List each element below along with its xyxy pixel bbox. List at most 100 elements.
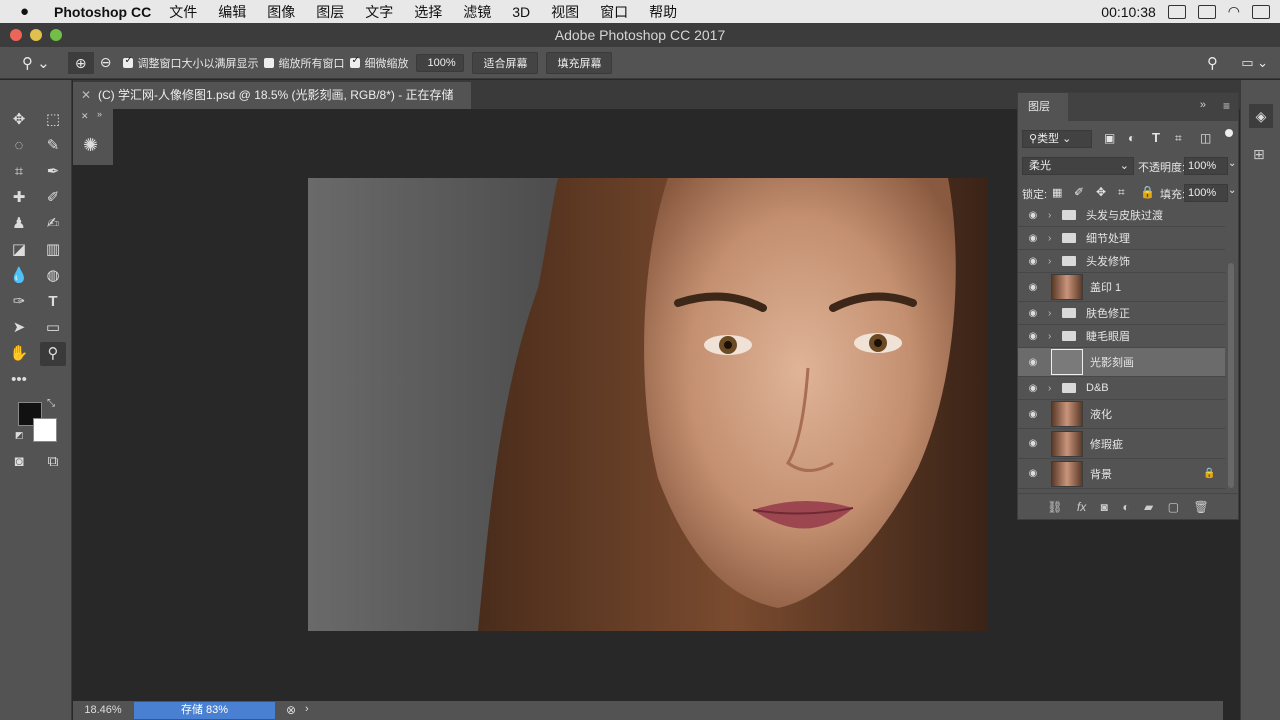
path-selection-tool-icon[interactable]: ➤ — [6, 316, 32, 340]
filter-toggle-icon[interactable] — [1225, 129, 1233, 137]
swap-colors-icon[interactable]: ⤡ — [47, 398, 55, 409]
menu-help[interactable]: 帮助 — [649, 2, 677, 22]
new-layer-icon[interactable]: ▢ — [1168, 500, 1179, 514]
gradient-tool-icon[interactable]: ▥ — [40, 238, 66, 262]
app-menu[interactable]: Photoshop CC — [54, 4, 151, 20]
cancel-save-icon[interactable]: ⊗ — [286, 703, 296, 717]
filter-type-icon[interactable]: T — [1152, 130, 1160, 145]
lock-position-icon[interactable]: ✥ — [1096, 185, 1106, 199]
trash-icon[interactable]: 🗑 — [1194, 500, 1209, 514]
layer-style-fx-icon[interactable]: fx — [1077, 500, 1086, 514]
background-color-swatch[interactable] — [33, 418, 57, 442]
group-expand-icon[interactable]: › — [1048, 233, 1062, 244]
zoom-in-icon[interactable]: ⊕ — [67, 51, 94, 74]
zoom-out-icon[interactable]: ⊖ — [100, 54, 112, 71]
properties-panel-icon[interactable]: ✺ — [83, 135, 98, 156]
menu-image[interactable]: 图像 — [267, 2, 295, 22]
zoom-window-button[interactable] — [50, 29, 62, 41]
layers-scrollbar[interactable] — [1228, 263, 1234, 488]
panel-menu-icon[interactable]: ≡ — [1223, 99, 1230, 113]
menu-filter[interactable]: 滤镜 — [463, 2, 491, 22]
group-expand-icon[interactable]: › — [1048, 308, 1062, 319]
filter-pixel-icon[interactable]: ▣ — [1104, 131, 1115, 145]
lock-transparency-icon[interactable]: ▦ — [1052, 186, 1062, 199]
filter-adjustment-icon[interactable]: ◐ — [1128, 131, 1135, 145]
menu-layer[interactable]: 图层 — [316, 2, 344, 22]
resize-windows-option[interactable]: 调整窗口大小以满屏显示 — [123, 55, 258, 71]
blend-mode-select[interactable]: 柔光 ⌄ — [1022, 157, 1134, 175]
screen-mode-icon[interactable]: ⧉ — [40, 450, 66, 474]
control-center-icon[interactable] — [1252, 4, 1270, 19]
layer-row[interactable]: ◉ › D&B — [1018, 377, 1225, 400]
visibility-eye-icon[interactable]: ◉ — [1018, 438, 1048, 449]
close-icon[interactable]: ✕ — [81, 111, 89, 122]
document-tab[interactable]: ✕ (C) 学汇网-人像修图1.psd @ 18.5% (光影刻画, RGB/8… — [73, 82, 471, 129]
layer-row-selected[interactable]: ◉ 光影刻画 — [1018, 348, 1225, 377]
zoom-all-windows-option[interactable]: 缩放所有窗口 — [264, 55, 344, 71]
visibility-eye-icon[interactable]: ◉ — [1018, 409, 1048, 420]
display-icon[interactable] — [1197, 4, 1216, 19]
layers-tab[interactable]: 图层 — [1018, 93, 1068, 121]
quick-mask-icon[interactable]: ◙ — [6, 450, 32, 474]
menu-type[interactable]: 文字 — [365, 2, 393, 22]
menu-file[interactable]: 文件 — [169, 2, 197, 22]
layer-row[interactable]: ◉ › 睫毛眼眉 — [1018, 325, 1225, 348]
visibility-eye-icon[interactable]: ◉ — [1018, 383, 1048, 394]
visibility-eye-icon[interactable]: ◉ — [1018, 308, 1048, 319]
fit-screen-button[interactable]: 适合屏幕 — [472, 51, 539, 74]
healing-brush-tool-icon[interactable]: ✚ — [6, 186, 32, 210]
group-expand-icon[interactable]: › — [1048, 331, 1062, 342]
layer-row[interactable]: ◉ › 肤色修正 — [1018, 302, 1225, 325]
history-brush-tool-icon[interactable]: ✍ — [40, 212, 66, 236]
dodge-tool-icon[interactable]: ◍ — [40, 264, 66, 288]
close-document-icon[interactable]: ✕ — [81, 82, 91, 109]
workspace-switcher-icon[interactable]: ▭ ⌄ — [1241, 55, 1268, 71]
collapse-panel-icon[interactable]: » — [1200, 99, 1206, 111]
eyedropper-tool-icon[interactable]: ✒ — [40, 160, 66, 184]
hand-tool-icon[interactable]: ✋ — [6, 342, 32, 366]
layer-filter-select[interactable]: ⚲类型 ⌄ — [1022, 130, 1092, 148]
close-window-button[interactable] — [10, 29, 22, 41]
battery-icon[interactable] — [1167, 4, 1186, 19]
layer-row[interactable]: ◉ › 头发与皮肤过渡 — [1018, 204, 1225, 227]
zoom-level-field[interactable]: 18.46% — [73, 701, 133, 720]
brush-tool-icon[interactable]: ✐ — [40, 186, 66, 210]
zoom-tool-preset-icon[interactable]: ⚲ ⌄ — [22, 54, 50, 72]
apple-menu-icon[interactable]: ● — [20, 3, 44, 20]
menu-3d[interactable]: 3D — [512, 4, 530, 20]
zoom-value-field[interactable]: 100% — [416, 53, 465, 72]
group-expand-icon[interactable]: › — [1048, 256, 1062, 267]
new-group-icon[interactable]: ▰ — [1144, 500, 1153, 514]
opacity-dropdown-icon[interactable]: ⌄ — [1228, 158, 1236, 169]
visibility-eye-icon[interactable]: ◉ — [1018, 210, 1048, 221]
group-expand-icon[interactable]: › — [1048, 210, 1062, 221]
rectangle-tool-icon[interactable]: ▭ — [40, 316, 66, 340]
layer-row[interactable]: ◉ › 细节处理 — [1018, 227, 1225, 250]
marquee-tool-icon[interactable]: ⬚ — [40, 108, 66, 132]
adjustments-panel-icon[interactable]: ⊞ — [1253, 146, 1265, 163]
fill-dropdown-icon[interactable]: ⌄ — [1228, 185, 1236, 196]
crop-tool-icon[interactable]: ⌗ — [6, 160, 32, 184]
type-tool-icon[interactable]: T — [40, 290, 66, 314]
more-tools-icon[interactable]: ••• — [6, 368, 32, 392]
layer-row[interactable]: ◉ 背景 🔒 — [1018, 459, 1225, 489]
fill-field[interactable]: 100% — [1184, 184, 1228, 202]
fill-screen-button[interactable]: 填充屏幕 — [546, 51, 613, 74]
visibility-eye-icon[interactable]: ◉ — [1018, 468, 1048, 479]
visibility-eye-icon[interactable]: ◉ — [1018, 357, 1048, 368]
zoom-tool-icon[interactable]: ⚲ — [40, 342, 66, 366]
layers-panel-icon[interactable]: ◈ — [1249, 104, 1273, 128]
filter-shape-icon[interactable]: ⌗ — [1175, 131, 1182, 146]
search-icon[interactable]: ⚲ — [1207, 54, 1218, 72]
visibility-eye-icon[interactable]: ◉ — [1018, 282, 1048, 293]
status-menu-arrow-icon[interactable]: › — [305, 703, 309, 715]
adjustment-layer-icon[interactable]: ◐ — [1122, 500, 1129, 514]
menu-select[interactable]: 选择 — [414, 2, 442, 22]
layer-row[interactable]: ◉ 液化 — [1018, 400, 1225, 429]
filter-smart-object-icon[interactable]: ◫ — [1200, 131, 1211, 145]
link-layers-icon[interactable]: ⛓ — [1047, 500, 1062, 514]
add-mask-icon[interactable]: ◙ — [1101, 500, 1108, 514]
lock-all-icon[interactable]: 🔒 — [1140, 185, 1155, 199]
layer-row[interactable]: ◉ › 头发修饰 — [1018, 250, 1225, 273]
lock-image-pixels-icon[interactable]: ✐ — [1074, 185, 1084, 199]
